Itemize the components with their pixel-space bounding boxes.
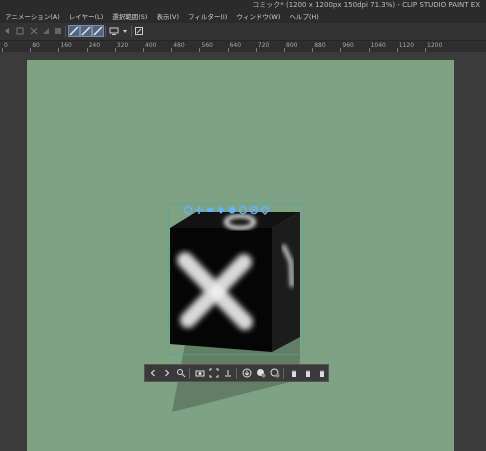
- canvas-workspace[interactable]: [0, 52, 486, 451]
- menu-filter[interactable]: フィルター(I): [183, 11, 231, 23]
- ruler-label: 1120: [398, 42, 415, 49]
- ruler-label: 640: [229, 42, 242, 49]
- camera-icon[interactable]: [194, 367, 206, 379]
- edit-icon[interactable]: [133, 25, 144, 36]
- add-object-icon[interactable]: [255, 367, 267, 379]
- command-bar: [0, 23, 486, 41]
- snap-icon[interactable]: [260, 205, 270, 215]
- pan-camera-icon[interactable]: [194, 205, 204, 215]
- fill-icon[interactable]: [52, 25, 63, 36]
- window-title: コミック* (1200 x 1200px 150dpi 71.3%) - CLI…: [252, 1, 480, 9]
- ruler-label: 720: [257, 42, 270, 49]
- ruler-label: 320: [116, 42, 129, 49]
- hand-a-icon[interactable]: [288, 367, 300, 379]
- ruler-label: 800: [286, 42, 298, 49]
- ruler-label: 0: [4, 42, 8, 49]
- ruler-label: 400: [145, 42, 157, 49]
- scale-object-icon[interactable]: [249, 205, 259, 215]
- ruler-label: 1200: [427, 42, 443, 49]
- clear-icon[interactable]: [28, 25, 39, 36]
- download-icon[interactable]: [241, 367, 253, 379]
- ruler-label: 480: [173, 42, 185, 49]
- transform-icon[interactable]: [40, 25, 51, 36]
- ruler-label: 960: [342, 42, 354, 49]
- menu-window[interactable]: ウィンドウ(W): [231, 11, 284, 23]
- rotate-camera-icon[interactable]: [183, 205, 193, 215]
- rotate-screen-icon[interactable]: [238, 205, 248, 215]
- menu-layer[interactable]: レイヤー(L): [64, 11, 108, 23]
- add-pose-icon[interactable]: [269, 367, 281, 379]
- menu-view[interactable]: 表示(V): [151, 11, 183, 23]
- menu-animation[interactable]: アニメーション(A): [0, 11, 64, 23]
- ruler-label: 560: [201, 42, 213, 49]
- prev-icon[interactable]: [147, 367, 159, 379]
- menu-help[interactable]: ヘルプ(H): [284, 11, 322, 23]
- redo-icon[interactable]: [14, 25, 25, 36]
- rotate-object-icon[interactable]: [227, 205, 237, 215]
- ruler-label: 80: [32, 42, 40, 49]
- pen-a-icon[interactable]: [68, 25, 80, 37]
- pen-b-icon[interactable]: [80, 25, 92, 37]
- menu-bar: アニメーション(A) レイヤー(L) 選択範囲(S) 表示(V) フィルター(I…: [0, 11, 486, 23]
- ground-icon[interactable]: [222, 367, 234, 379]
- undo-icon[interactable]: [2, 25, 13, 36]
- ruler-label: 880: [314, 42, 326, 49]
- title-bar: コミック* (1200 x 1200px 150dpi 71.3%) - CLI…: [0, 0, 486, 11]
- 3d-object-launcher: [183, 204, 271, 216]
- screen-icon[interactable]: [108, 25, 119, 36]
- edit-camera-icon[interactable]: [175, 367, 187, 379]
- move-object-icon[interactable]: [216, 205, 226, 215]
- dropdown-icon[interactable]: [119, 25, 130, 36]
- next-icon[interactable]: [161, 367, 173, 379]
- object-launcher-bar: [144, 364, 329, 382]
- ruler-label: 1040: [370, 42, 386, 49]
- selection-bounding-box: [168, 203, 304, 355]
- hand-c-icon[interactable]: [316, 367, 328, 379]
- ruler-label: 240: [88, 42, 101, 49]
- menu-selection[interactable]: 選択範囲(S): [107, 11, 151, 23]
- ruler-label: 160: [60, 42, 72, 49]
- fit-icon[interactable]: [208, 367, 220, 379]
- hand-b-icon[interactable]: [302, 367, 314, 379]
- zoom-camera-icon[interactable]: [205, 205, 215, 215]
- pen-c-icon[interactable]: [92, 25, 104, 37]
